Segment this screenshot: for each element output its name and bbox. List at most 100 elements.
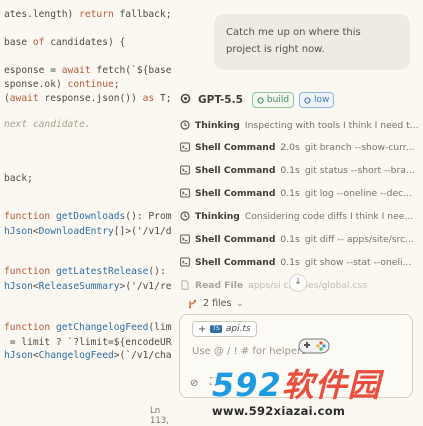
code-token: fallback; [113,9,172,20]
code-token: function [4,322,56,333]
code-token: base [4,37,33,48]
activity-item[interactable]: Shell Command 2.0s git branch --show-curr.… [180,139,420,155]
code-token: return [79,9,114,20]
activity-label: Thinking [195,210,240,222]
code-token: (): Pro [148,266,172,277]
typescript-icon: TS [210,325,222,333]
code-line: hJson<ReleaseSummary>('/v1/relea [4,281,172,293]
code-editor[interactable]: ates.length) return fallback; base of can… [0,0,173,426]
code-line: = limit ? `?limit=${encodeURICo [4,337,173,349]
code-token: fetch(`${base}${ [96,65,172,76]
activity-item[interactable]: Shell Command 0.1s git show --stat --oneli… [180,254,420,270]
code-token: hJson [4,281,33,292]
watermark-url: www.592xiazai.com [212,404,346,418]
chevron-down-icon: ⌄ [236,299,244,308]
code-token: ates.length) [4,9,80,20]
circle-icon [257,96,264,104]
code-token: candidates) { [44,37,126,48]
activity-detail: apps/si c/styles/global.css [248,279,368,291]
prompt-input[interactable]: Use @ / ! # for helpers [192,346,306,357]
activity-item[interactable]: Shell Command 0.1s git log --oneline --dec… [180,185,420,201]
activity-label: Thinking [195,119,240,131]
build-chip-label: build [266,95,290,105]
code-token: esponse = [4,65,62,76]
code-line: sponse.ok) continue; [4,79,120,91]
scroll-down-button[interactable]: ↓ [289,274,307,292]
code-token: (): Promise [125,211,172,222]
activity-item[interactable]: Thinking Considering code diffs I think I… [180,208,420,224]
clock-icon [180,120,190,130]
code-token: >(`/v1/change [113,350,172,361]
code-line: function getLatestRelease(): Pro [4,266,172,278]
code-line: (await response.json()) as T; [4,93,172,105]
effort-chip[interactable]: low [299,92,335,108]
model-icon [180,93,191,107]
terminal-icon [180,234,190,244]
attach-icon[interactable]: ⊘ [190,378,198,389]
code-token: sponse.ok) [4,79,68,90]
code-token: response.json()) [38,93,143,104]
context-file-chip[interactable]: + TS api.ts [192,321,257,337]
activity-detail: Considering code diffs I think I nee... [244,210,414,222]
terminal-icon [180,142,190,152]
changed-files[interactable]: 2 files ⌄ [188,298,243,309]
terminal-icon [180,257,190,267]
context-file-name: api.ts [225,324,251,334]
activity-detail: git branch --show-curr... [304,141,415,153]
file-icon [180,280,190,290]
activity-item[interactable]: Thinking Inspecting with tools I think I … [180,117,420,133]
code-line: esponse = await fetch(`${base}${ [4,65,172,77]
code-token: back; [4,173,33,184]
code-token: getChangelogFeed [55,322,149,333]
code-token: = limit ? `?limit=${encodeURICo [4,337,173,348]
code-token: function [4,266,56,277]
chat-panel: Catch me up on where this project is rig… [172,0,423,426]
watermark-logo: 592软件园 [212,368,381,402]
code-token: getLatestRelease [55,266,149,277]
activity-duration: 0.1s [280,164,300,176]
code-token: >('/v1/relea [119,281,172,292]
code-token: hJson [4,226,33,237]
activity-detail: git show --stat --oneli... [304,256,412,268]
code-line: ates.length) return fallback; [4,9,172,21]
activity-label: Shell Command [195,187,276,199]
activity-label: Read File [195,279,244,291]
clock-icon [180,211,190,221]
code-token: await [61,65,91,76]
plus-icon[interactable]: + [198,324,206,335]
activity-duration: 0.1s [280,256,300,268]
code-token: (limit? [148,322,172,333]
code-line: back; [4,173,33,185]
activity-label: Shell Command [195,256,276,268]
activity-detail: Inspecting with tools I think I need t..… [244,119,419,131]
activity-label: Shell Command [195,141,276,153]
circle-icon [304,96,311,104]
model-name: GPT-5.5 [198,94,243,106]
activity-detail: git log --oneline --dec... [304,187,412,199]
code-line: base of candidates) { [4,37,125,49]
code-line: function getDownloads(): Promise [4,211,172,223]
watermark-logo-number: 592 [212,366,282,404]
code-token: ReleaseSummary [38,281,120,292]
terminal-icon [180,188,190,198]
activity-item[interactable]: Shell Command 0.1s git diff -- apps/site/s… [180,231,420,247]
code-line: function getChangelogFeed(limit? [4,322,172,334]
effort-chip-label: low [314,95,330,105]
code-line: next candidate. [4,119,91,131]
code-token: of [32,37,45,48]
build-chip[interactable]: build [251,92,295,108]
activity-item[interactable]: Shell Command 0.1s git status --short --br… [180,162,420,178]
terminal-icon [180,165,190,175]
code-line: hJson<ChangelogFeed>(`/v1/change [4,350,172,362]
code-token: DownloadEntry [38,226,114,237]
code-token: []>('/v1/down [113,226,172,237]
activity-duration: 2.0s [280,141,300,153]
code-token: getDownloads [55,211,126,222]
files-count: 2 files [203,298,232,309]
activity-label: Shell Command [195,233,276,245]
activity-duration: 0.1s [280,233,300,245]
user-message: Catch me up on where this project is rig… [214,14,410,70]
code-token: ChangelogFeed [38,350,114,361]
watermark-logo-text: 软件园 [281,366,381,404]
activity-label: Shell Command [195,164,276,176]
